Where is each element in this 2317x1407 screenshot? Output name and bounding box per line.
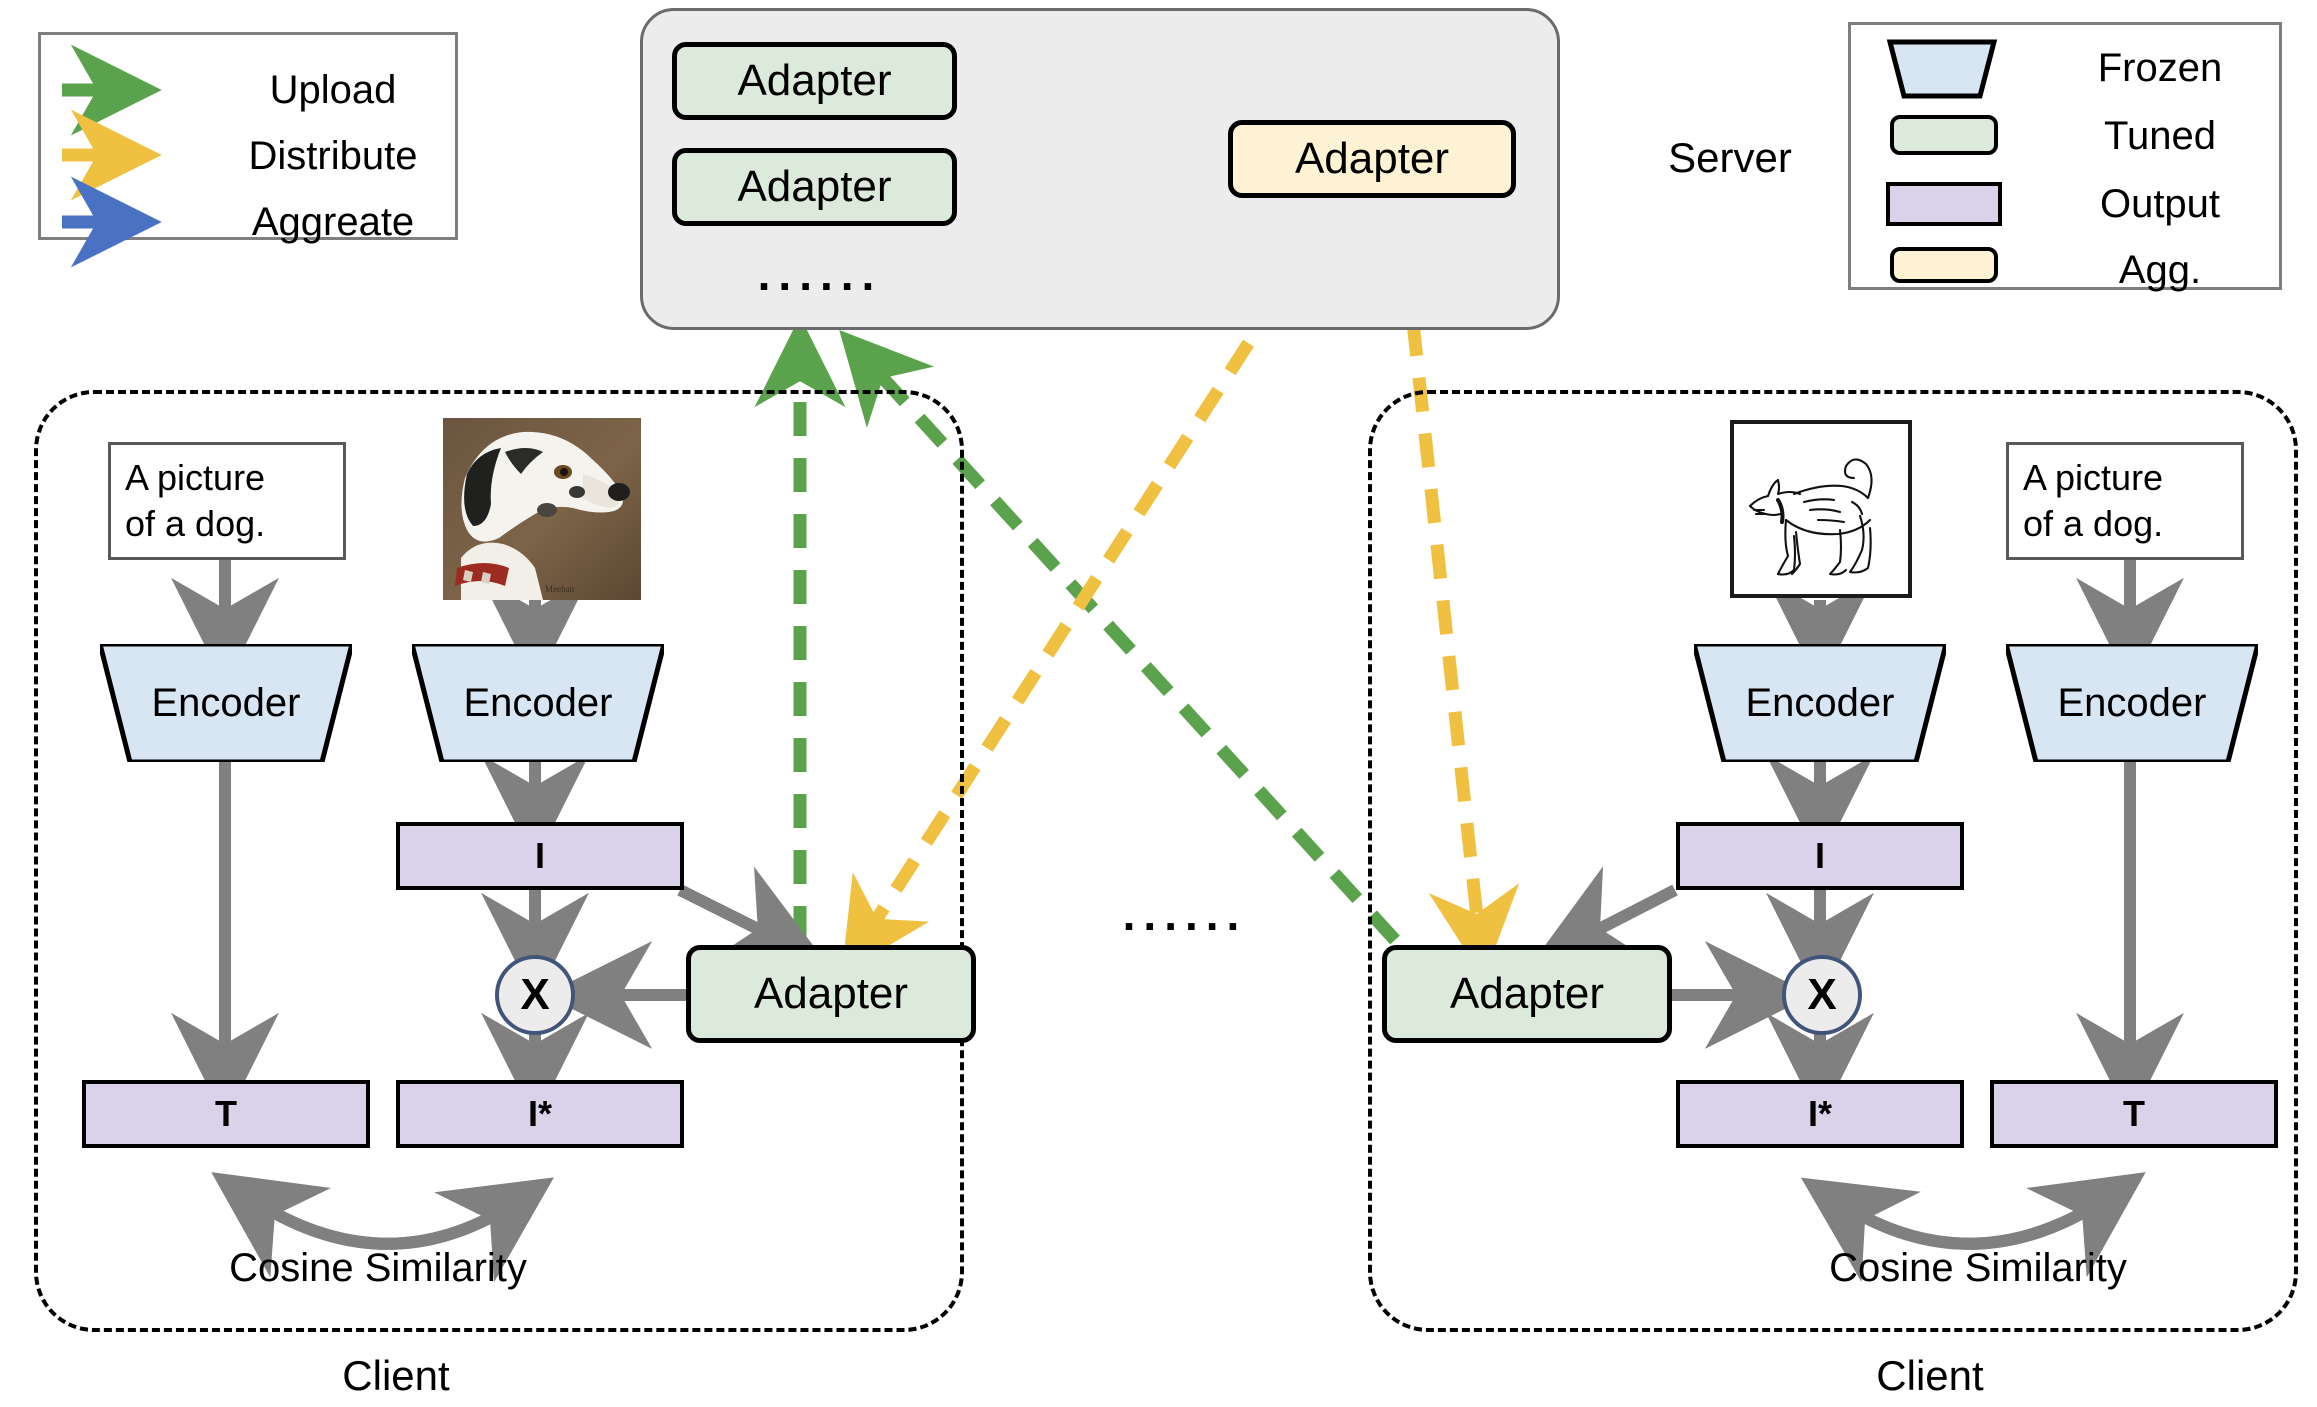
client-right-image-output-label: I* — [1807, 1093, 1832, 1134]
client-left-image-feature-label: I — [534, 835, 545, 876]
client-right-text-output: T — [1990, 1080, 2278, 1148]
client-left-image-encoder-label: Encoder — [463, 680, 613, 725]
agg-rect-icon — [1890, 247, 1998, 283]
server-client-adapter-2-label: Adapter — [737, 162, 892, 211]
legend-label-distribute: Distribute — [248, 133, 418, 178]
client-left-similarity-label: Cosine Similarity — [229, 1245, 527, 1290]
client-right-image-encoder: Encoder — [1694, 644, 1946, 762]
legend-label-agg: Agg. — [2118, 247, 2202, 292]
client-right-adapter-label: Adapter — [1449, 969, 1605, 1018]
client-left-adapter-label: Adapter — [753, 969, 909, 1018]
clients-ellipsis: ...... — [1122, 888, 1248, 940]
client-left-image-output-label: I* — [527, 1093, 552, 1134]
client-left-image-encoder: Encoder — [412, 644, 664, 762]
client-right-multiply-label: X — [1807, 970, 1837, 1019]
client-right-adapter[interactable]: Adapter — [1382, 945, 1672, 1043]
client-right-image-output: I* — [1676, 1080, 1964, 1148]
legend-label-frozen: Frozen — [2097, 45, 2223, 90]
client-left-image-output: I* — [396, 1080, 684, 1148]
legend-label-aggregate: Aggreate — [251, 199, 415, 244]
server-client-adapter-1[interactable]: Adapter — [672, 42, 957, 120]
server-adapter-ellipsis: ...... — [757, 248, 883, 300]
dog-photo-icon: Meehan — [443, 418, 641, 600]
client-left-text-encoder-label: Encoder — [151, 680, 301, 725]
server-client-adapter-2[interactable]: Adapter — [672, 148, 957, 226]
client-left-adapter[interactable]: Adapter — [686, 945, 976, 1043]
server-client-adapter-1-label: Adapter — [737, 56, 892, 105]
client-right-image-feature-label: I — [1814, 835, 1825, 876]
client-left-text-encoder: Encoder — [100, 644, 352, 762]
client-right-text-encoder: Encoder — [2006, 644, 2258, 762]
client-left-multiply-node: X — [495, 955, 575, 1035]
server-aggregated-adapter-label: Adapter — [1294, 134, 1450, 183]
client-left-multiply-label: X — [520, 970, 550, 1019]
client-right-similarity-label: Cosine Similarity — [1829, 1245, 2127, 1290]
client-left-dog-photo: Meehan — [443, 418, 641, 600]
dog-sketch-icon — [1734, 424, 1908, 594]
tuned-rect-icon — [1890, 115, 1998, 155]
client-right-text-prompt: A picture of a dog. — [2006, 442, 2244, 560]
client-right-text-output-label: T — [2123, 1093, 2145, 1134]
client-right-image-encoder-label: Encoder — [1745, 680, 1895, 725]
client-right-multiply-node: X — [1782, 955, 1862, 1035]
client-left-text-prompt: A picture of a dog. — [108, 442, 346, 560]
legend-label-output: Output — [2099, 181, 2221, 226]
legend-label-upload: Upload — [269, 67, 397, 112]
output-rect-icon — [1886, 182, 2002, 226]
client-left-title: Client — [342, 1352, 450, 1399]
client-left-image-feature: I — [396, 822, 684, 890]
diagram-canvas: Upload Distribute Aggreate Frozen Tuned … — [0, 0, 2317, 1407]
server-title: Server — [1668, 134, 1792, 181]
client-right-image-feature: I — [1676, 822, 1964, 890]
client-right-dog-sketch — [1730, 420, 1912, 598]
client-left-text-output-label: T — [215, 1093, 237, 1134]
legend-label-tuned: Tuned — [2104, 113, 2216, 158]
server-aggregated-adapter[interactable]: Adapter — [1228, 120, 1516, 198]
client-right-title: Client — [1876, 1352, 1984, 1399]
client-left-text-output: T — [82, 1080, 370, 1148]
client-right-text-encoder-label: Encoder — [2057, 680, 2207, 725]
svg-text:Meehan: Meehan — [545, 584, 574, 594]
